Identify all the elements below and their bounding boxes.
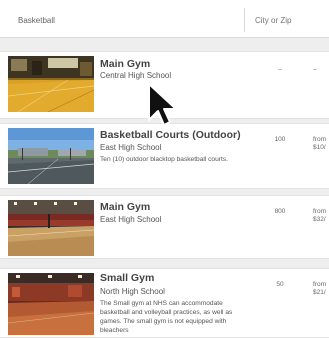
- capacity: 800: [274, 208, 286, 215]
- price: from $10/: [313, 136, 326, 152]
- facility-name[interactable]: Basketball Courts (Outdoor): [100, 129, 241, 141]
- price: –: [313, 66, 317, 73]
- facility-description: The Small gym at NHS can accommodate bas…: [100, 300, 233, 334]
- facility-description: Ten (10) outdoor blacktop basketball cou…: [100, 156, 228, 163]
- result-card[interactable]: Basketball Courts (Outdoor) East High Sc…: [0, 123, 329, 189]
- school-name: East High School: [100, 143, 162, 152]
- facility-name[interactable]: Main Gym: [100, 58, 150, 70]
- result-card[interactable]: Main Gym Central High School – –: [0, 51, 329, 119]
- facility-name[interactable]: Small Gym: [100, 272, 154, 284]
- school-name: East High School: [100, 215, 162, 224]
- school-name: Central High School: [100, 71, 172, 80]
- price: from $21/: [313, 281, 326, 297]
- search-bar: [0, 0, 329, 38]
- location-input[interactable]: [247, 8, 329, 32]
- search-input[interactable]: [0, 8, 245, 32]
- price-value: $10/: [313, 144, 326, 151]
- school-name: North High School: [100, 287, 165, 296]
- facility-photo: [8, 128, 94, 184]
- results-list: Main Gym Central High School – – Basketb…: [0, 38, 329, 338]
- price: from $32/: [313, 208, 326, 224]
- price-value: $21/: [313, 289, 326, 296]
- price-prefix: from: [313, 208, 326, 215]
- result-card[interactable]: Main Gym East High School 800 from $32/: [0, 195, 329, 259]
- price-value: $32/: [313, 216, 326, 223]
- facility-photo: [8, 56, 94, 112]
- price-prefix: from: [313, 136, 326, 143]
- facility-photo: [8, 200, 94, 256]
- capacity: 100: [274, 136, 286, 143]
- capacity: –: [278, 66, 282, 73]
- result-card[interactable]: Small Gym North High School The Small gy…: [0, 268, 329, 338]
- capacity: 50: [276, 281, 284, 288]
- price-prefix: from: [313, 281, 326, 288]
- facility-name[interactable]: Main Gym: [100, 201, 150, 213]
